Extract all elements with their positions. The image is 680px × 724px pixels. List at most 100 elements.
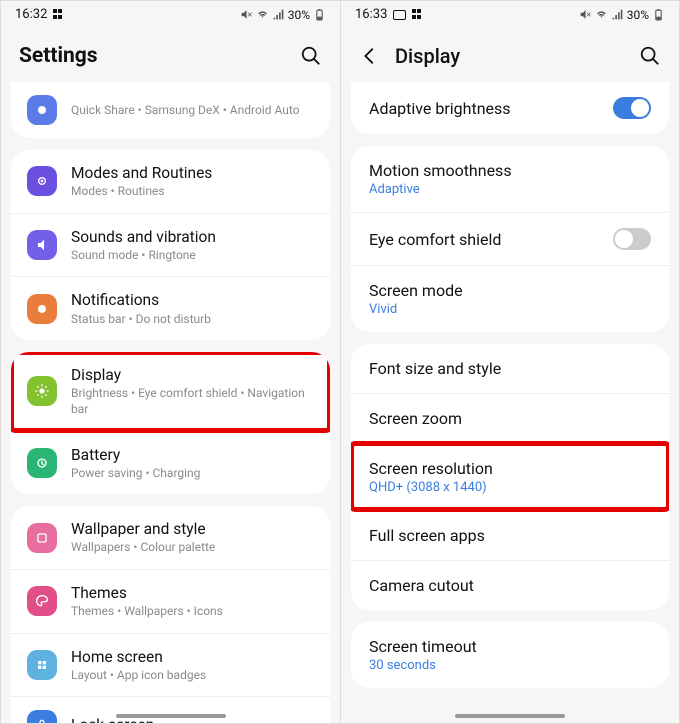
item-home[interactable]: Home screenLayout • App icon badges [11, 633, 330, 697]
item-title: Modes and Routines [71, 163, 314, 183]
signal-icon [272, 8, 285, 21]
item-sub: Wallpapers • Colour palette [71, 540, 314, 556]
item-sub: Layout • App icon badges [71, 668, 314, 684]
battery-icon [313, 8, 326, 21]
item-title: Screen resolution [369, 459, 651, 478]
battery-icon [652, 8, 665, 21]
card-display: DisplayBrightness • Eye comfort shield •… [11, 352, 330, 494]
item-sub: Status bar • Do not disturb [71, 312, 314, 328]
app-indicator-icon [53, 9, 64, 20]
gesture-bar[interactable] [116, 714, 226, 718]
item-title: Eye comfort shield [369, 230, 501, 249]
item-title: Full screen apps [369, 526, 651, 545]
item-screen-resolution[interactable]: Screen resolution QHD+ (3088 x 1440) [351, 443, 669, 510]
signal-icon [611, 8, 624, 21]
item-screen-timeout[interactable]: Screen timeout 30 seconds [351, 622, 669, 688]
status-bar: 16:33 30% [341, 1, 679, 24]
item-themes[interactable]: ThemesThemes • Wallpapers • Icons [11, 569, 330, 633]
themes-icon [27, 586, 57, 616]
status-right: 30% [240, 8, 326, 22]
item-sub: 30 seconds [369, 658, 651, 673]
item-title: Screen mode [369, 281, 651, 300]
item-screen-zoom[interactable]: Screen zoom [351, 393, 669, 443]
battery-menu-icon [27, 448, 57, 478]
header: Display [341, 24, 679, 82]
header: Settings [1, 24, 340, 82]
gesture-bar[interactable] [455, 714, 565, 718]
wallpaper-icon [27, 523, 57, 553]
item-eye-comfort[interactable]: Eye comfort shield [351, 212, 669, 265]
page-title: Settings [19, 44, 286, 68]
item-sub: Vivid [369, 302, 651, 317]
status-bar: 16:32 30% [1, 1, 340, 24]
sounds-icon [27, 230, 57, 260]
card-size: Font size and style Screen zoom Screen r… [351, 344, 669, 610]
item-connected-devices[interactable]: Quick Share • Samsung DeX • Android Auto [11, 82, 330, 138]
back-button[interactable] [359, 45, 381, 67]
home-icon [27, 650, 57, 680]
item-title: Home screen [71, 647, 314, 667]
item-title: Motion smoothness [369, 161, 651, 180]
modes-icon [27, 166, 57, 196]
notifications-icon [27, 294, 57, 324]
item-lock[interactable]: Lock screen [11, 696, 330, 723]
item-title: Sounds and vibration [71, 227, 314, 247]
item-sub: Power saving • Charging [71, 466, 314, 482]
item-adaptive-brightness[interactable]: Adaptive brightness [351, 82, 669, 134]
item-wallpaper[interactable]: Wallpaper and styleWallpapers • Colour p… [11, 506, 330, 569]
screen-display: 16:33 30% Display Adaptive brightness [340, 1, 679, 723]
item-sub: QHD+ (3088 x 1440) [369, 480, 651, 495]
item-sub: Themes • Wallpapers • Icons [71, 604, 314, 620]
card-timeout: Screen timeout 30 seconds [351, 622, 669, 688]
item-title: Screen timeout [369, 637, 651, 656]
item-title: Camera cutout [369, 576, 651, 595]
card-brightness: Adaptive brightness [351, 82, 669, 134]
item-title: Battery [71, 445, 314, 465]
camera-indicator-icon [393, 10, 406, 20]
eye-comfort-toggle[interactable] [613, 228, 651, 250]
connected-devices-icon [27, 95, 57, 125]
item-sub: Adaptive [369, 182, 651, 197]
status-battery: 30% [627, 8, 649, 22]
item-title: Adaptive brightness [369, 99, 511, 118]
item-sounds[interactable]: Sounds and vibrationSound mode • Rington… [11, 213, 330, 277]
card-connected: Quick Share • Samsung DeX • Android Auto [11, 82, 330, 138]
app-indicator-icon [412, 9, 423, 20]
status-right: 30% [579, 8, 665, 22]
adaptive-brightness-toggle[interactable] [613, 97, 651, 119]
card-display-opts: Motion smoothness Adaptive Eye comfort s… [351, 146, 669, 332]
item-full-screen-apps[interactable]: Full screen apps [351, 510, 669, 560]
page-title: Display [395, 44, 625, 68]
mute-icon [240, 8, 253, 21]
status-time: 16:33 [355, 7, 387, 22]
item-title: Display [71, 365, 314, 385]
item-sub: Quick Share • Samsung DeX • Android Auto [71, 103, 314, 119]
status-time: 16:32 [15, 7, 47, 22]
item-title: Screen zoom [369, 409, 651, 428]
item-title: Themes [71, 583, 314, 603]
item-title: Wallpaper and style [71, 519, 314, 539]
search-button[interactable] [639, 45, 661, 67]
display-icon [27, 376, 57, 406]
item-camera-cutout[interactable]: Camera cutout [351, 560, 669, 610]
item-screen-mode[interactable]: Screen mode Vivid [351, 265, 669, 332]
item-motion-smoothness[interactable]: Motion smoothness Adaptive [351, 146, 669, 212]
screen-settings: 16:32 30% Settings Quick Share • Samsung… [1, 1, 340, 723]
item-sub: Brightness • Eye comfort shield • Naviga… [71, 386, 314, 417]
item-title: Font size and style [369, 359, 651, 378]
wifi-icon [595, 8, 608, 21]
item-battery[interactable]: BatteryPower saving • Charging [11, 431, 330, 495]
item-sub: Modes • Routines [71, 184, 314, 200]
card-modes: Modes and RoutinesModes • Routines Sound… [11, 150, 330, 340]
item-title: Notifications [71, 290, 314, 310]
lock-icon [27, 710, 57, 723]
search-button[interactable] [300, 45, 322, 67]
item-sub: Sound mode • Ringtone [71, 248, 314, 264]
item-font-size[interactable]: Font size and style [351, 344, 669, 393]
card-personalize: Wallpaper and styleWallpapers • Colour p… [11, 506, 330, 723]
wifi-icon [256, 8, 269, 21]
mute-icon [579, 8, 592, 21]
item-notifications[interactable]: Notifications Status bar • Do not disturb [11, 276, 330, 340]
item-modes[interactable]: Modes and RoutinesModes • Routines [11, 150, 330, 213]
item-display[interactable]: DisplayBrightness • Eye comfort shield •… [11, 352, 330, 430]
